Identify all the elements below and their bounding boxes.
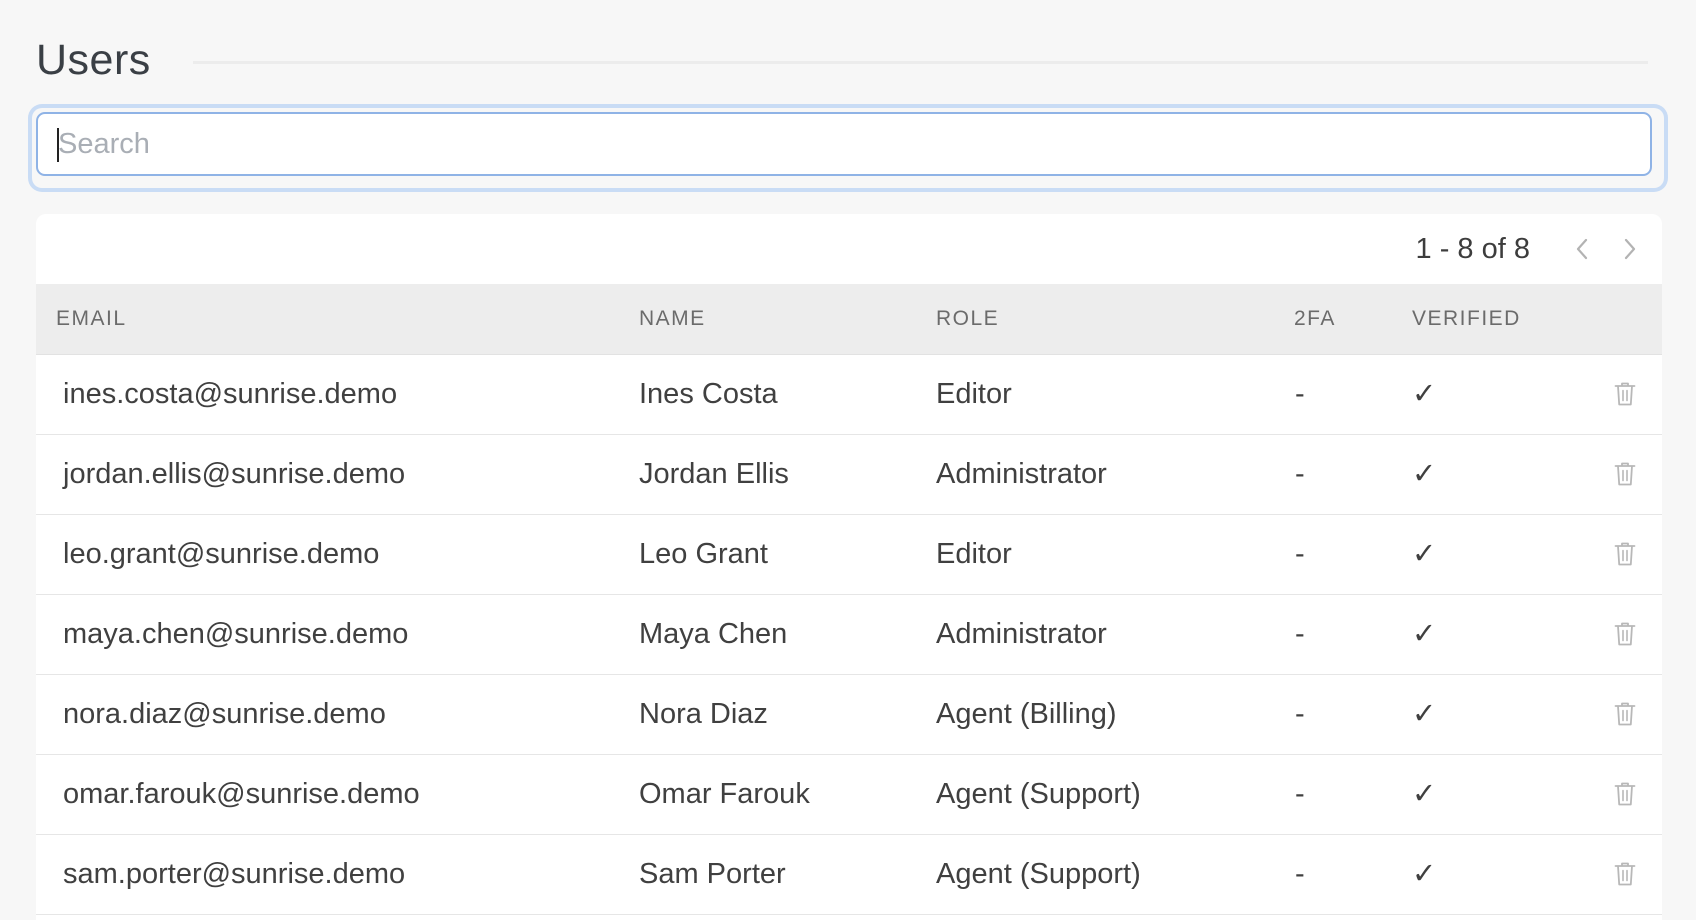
cell-name: Nora Diaz: [639, 698, 768, 730]
cell-2fa: -: [1295, 858, 1305, 890]
cell-role: Editor: [936, 538, 1012, 570]
cell-email: omar.farouk@sunrise.demo: [63, 778, 420, 810]
trash-icon: [1614, 542, 1636, 566]
delete-user-button[interactable]: [1610, 779, 1640, 809]
cell-name: Maya Chen: [639, 618, 788, 650]
users-page: Users 1 - 8 of 8 EMAIL NAME ROLE 2FA: [0, 0, 1696, 920]
cell-name: Leo Grant: [639, 538, 768, 570]
chevron-left-icon: [1576, 238, 1588, 260]
table-body: ines.costa@sunrise.demo Ines Costa Editor -…: [36, 355, 1662, 915]
cell-role: Administrator: [936, 618, 1107, 650]
cell-email: sam.porter@sunrise.demo: [63, 858, 406, 890]
delete-user-button[interactable]: [1610, 859, 1640, 889]
cell-2fa: -: [1295, 698, 1305, 730]
cell-email: jordan.ellis@sunrise.demo: [63, 458, 406, 490]
table-row[interactable]: ines.costa@sunrise.demo Ines Costa Editor -…: [36, 355, 1662, 435]
prev-page-button[interactable]: [1558, 225, 1606, 273]
cell-verified: ✓: [1412, 698, 1437, 730]
column-header-name[interactable]: NAME: [639, 284, 706, 354]
table-row[interactable]: maya.chen@sunrise.demo Maya Chen Administr…: [36, 595, 1662, 675]
page-title: Users: [36, 35, 151, 84]
trash-icon: [1614, 702, 1636, 726]
cell-email: maya.chen@sunrise.demo: [63, 618, 409, 650]
cell-role: Agent (Billing): [936, 698, 1117, 730]
cell-2fa: -: [1295, 778, 1305, 810]
cell-verified: ✓: [1412, 858, 1437, 890]
cell-role: Agent (Support): [936, 778, 1141, 810]
cell-role: Administrator: [936, 458, 1107, 490]
next-page-button[interactable]: [1606, 225, 1654, 273]
cell-role: Editor: [936, 378, 1012, 410]
delete-user-button[interactable]: [1610, 619, 1640, 649]
cell-verified: ✓: [1412, 778, 1437, 810]
page-header: Users: [36, 34, 1648, 86]
table-row[interactable]: omar.farouk@sunrise.demo Omar Farouk Agent…: [36, 755, 1662, 835]
trash-icon: [1614, 782, 1636, 806]
cell-verified: ✓: [1412, 378, 1437, 410]
cell-verified: ✓: [1412, 618, 1437, 650]
trash-icon: [1614, 862, 1636, 886]
trash-icon: [1614, 622, 1636, 646]
table-row[interactable]: jordan.ellis@sunrise.demo Jordan Ellis Adm…: [36, 435, 1662, 515]
search-focus-ring: [32, 108, 1664, 188]
cell-email: nora.diaz@sunrise.demo: [63, 698, 386, 730]
trash-icon: [1614, 462, 1636, 486]
cell-2fa: -: [1295, 458, 1305, 490]
delete-user-button[interactable]: [1610, 379, 1640, 409]
cell-email: leo.grant@sunrise.demo: [63, 538, 380, 570]
cell-name: Ines Costa: [639, 378, 778, 410]
delete-user-button[interactable]: [1610, 699, 1640, 729]
users-table-card: 1 - 8 of 8 EMAIL NAME ROLE 2FA VERIFIED …: [36, 214, 1662, 920]
cell-verified: ✓: [1412, 538, 1437, 570]
cell-name: Jordan Ellis: [639, 458, 789, 490]
search-input[interactable]: [36, 112, 1652, 176]
delete-user-button[interactable]: [1610, 539, 1640, 569]
cell-email: ines.costa@sunrise.demo: [63, 378, 398, 410]
pagination-range: 1 - 8 of 8: [1415, 232, 1530, 265]
table-row[interactable]: nora.diaz@sunrise.demo Nora Diaz Agent (Bi…: [36, 675, 1662, 755]
trash-icon: [1614, 382, 1636, 406]
cell-name: Omar Farouk: [639, 778, 810, 810]
table-row[interactable]: leo.grant@sunrise.demo Leo Grant Editor - ✓: [36, 515, 1662, 595]
column-header-verified[interactable]: VERIFIED: [1412, 284, 1521, 354]
title-divider: [192, 60, 1648, 64]
cell-verified: ✓: [1412, 458, 1437, 490]
cell-2fa: -: [1295, 378, 1305, 410]
pagination-bar: 1 - 8 of 8: [36, 214, 1662, 284]
column-header-email[interactable]: EMAIL: [56, 284, 127, 354]
text-caret: [57, 128, 59, 162]
cell-2fa: -: [1295, 618, 1305, 650]
table-header-row: EMAIL NAME ROLE 2FA VERIFIED: [36, 284, 1662, 355]
cell-name: Sam Porter: [639, 858, 786, 890]
table-row[interactable]: sam.porter@sunrise.demo Sam Porter Agent (…: [36, 835, 1662, 915]
cell-role: Agent (Support): [936, 858, 1141, 890]
chevron-right-icon: [1624, 238, 1636, 260]
cell-2fa: -: [1295, 538, 1305, 570]
column-header-role[interactable]: ROLE: [936, 284, 999, 354]
column-header-2fa[interactable]: 2FA: [1294, 284, 1336, 354]
delete-user-button[interactable]: [1610, 459, 1640, 489]
